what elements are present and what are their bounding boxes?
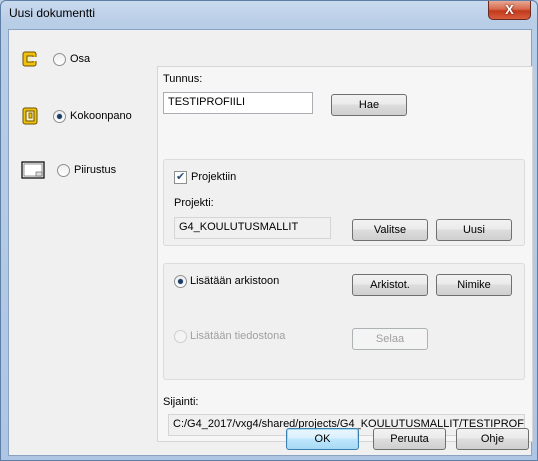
tiedostona-label: Lisätään tiedostona <box>190 330 286 342</box>
cancel-button[interactable]: Peruuta <box>373 428 446 450</box>
osa-radio[interactable] <box>53 52 66 66</box>
drawing-icon <box>21 161 45 179</box>
type-option-osa[interactable]: Osa <box>21 50 90 68</box>
projekti-field: G4_KOULUTUSMALLIT <box>174 217 331 239</box>
projekti-label: Projekti: <box>174 197 214 209</box>
tunnus-label: Tunnus: <box>163 73 203 85</box>
valitse-button[interactable]: Valitse <box>352 219 428 241</box>
piirustus-label: Piirustus <box>74 164 117 176</box>
hae-button[interactable]: Hae <box>331 94 407 116</box>
window-title: Uusi dokumentti <box>9 6 96 20</box>
dialog-window: Uusi dokumentti X Osa Kokoonpano Piirust… <box>0 0 538 461</box>
dialog-client-area: Osa Kokoonpano Piirustus Tunnus: TESTIPR… <box>8 29 533 456</box>
sijainti-label: Sijainti: <box>163 396 199 408</box>
kokoonpano-radio[interactable] <box>53 109 66 123</box>
projektiin-label: Projektiin <box>191 171 237 183</box>
assembly-icon <box>21 107 39 125</box>
part-icon <box>21 50 39 68</box>
archive-group: Lisätään arkistoon Arkistot. Nimike Lisä… <box>163 263 525 380</box>
ok-button[interactable]: OK <box>286 428 359 450</box>
piirustus-radio[interactable] <box>57 163 70 177</box>
title-bar[interactable]: Uusi dokumentti X <box>1 1 537 25</box>
osa-label: Osa <box>70 53 91 65</box>
tiedostona-radio[interactable] <box>174 330 187 343</box>
nimike-button[interactable]: Nimike <box>436 274 512 296</box>
type-option-kokoonpano[interactable]: Kokoonpano <box>21 107 132 125</box>
type-option-piirustus[interactable]: Piirustus <box>21 161 116 179</box>
arkistoon-label: Lisätään arkistoon <box>190 275 280 287</box>
tunnus-input[interactable]: TESTIPROFIILI <box>163 92 313 114</box>
help-button[interactable]: Ohje <box>456 428 529 450</box>
kokoonpano-label: Kokoonpano <box>70 110 132 122</box>
projektiin-checkbox[interactable] <box>174 170 187 184</box>
document-settings-panel: Tunnus: TESTIPROFIILI Hae Projektiin Pro… <box>157 66 533 442</box>
uusi-button[interactable]: Uusi <box>436 219 512 241</box>
project-group: Projektiin Projekti: G4_KOULUTUSMALLIT V… <box>163 159 525 246</box>
arkistot-button[interactable]: Arkistot. <box>352 274 428 296</box>
close-button[interactable]: X <box>488 1 531 20</box>
selaa-button[interactable]: Selaa <box>352 328 428 350</box>
arkistoon-radio[interactable] <box>174 275 187 288</box>
